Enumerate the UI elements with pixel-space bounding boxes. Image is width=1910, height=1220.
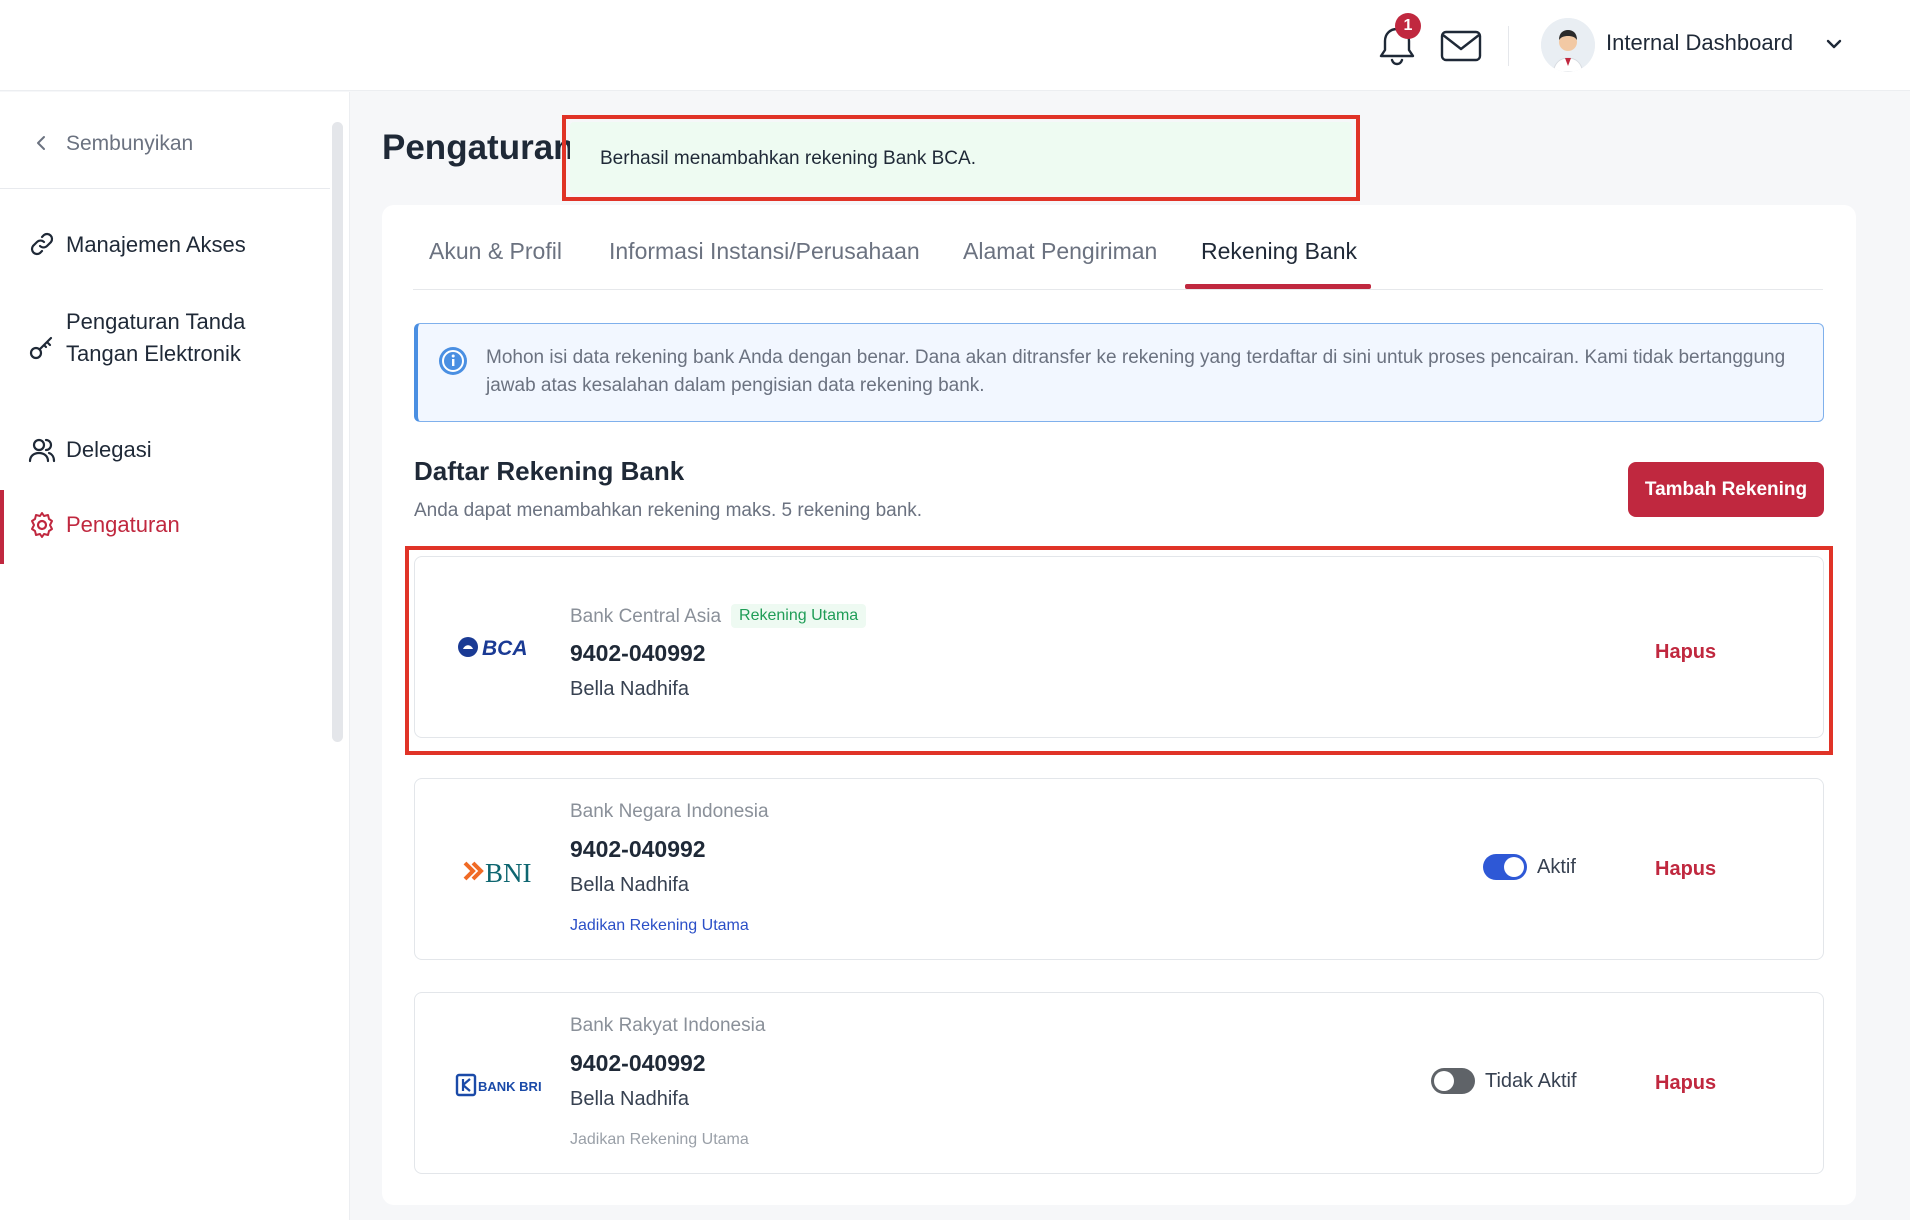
sidebar-scrollbar[interactable] bbox=[332, 122, 343, 742]
info-icon bbox=[439, 347, 467, 375]
sidebar-item-manajemen-akses[interactable]: Manajemen Akses bbox=[0, 217, 330, 277]
set-primary-link[interactable]: Jadikan Rekening Utama bbox=[570, 917, 749, 935]
bank-account-card: BNI Bank Negara Indonesia 9402-040992 Be… bbox=[414, 778, 1824, 960]
bank-name: Bank Negara Indonesia bbox=[570, 801, 769, 822]
key-icon bbox=[29, 336, 53, 360]
active-toggle[interactable] bbox=[1431, 1068, 1475, 1094]
bank-list-subtitle: Anda dapat menambahkan rekening maks. 5 … bbox=[414, 500, 923, 521]
info-banner-text: Mohon isi data rekening bank Anda dengan… bbox=[486, 347, 1786, 396]
sidebar-hide-toggle[interactable]: Sembunyikan bbox=[0, 92, 330, 189]
header-divider bbox=[1508, 26, 1509, 66]
users-icon bbox=[28, 438, 56, 463]
bri-logo-text: BANK BRI bbox=[478, 1079, 542, 1094]
success-toast: Berhasil menambahkan rekening Bank BCA. bbox=[570, 122, 1352, 194]
bri-logo: BANK BRI bbox=[455, 1065, 545, 1105]
tab-alamat-pengiriman[interactable]: Alamat Pengiriman bbox=[963, 238, 1157, 265]
tab-bar: Akun & Profil Informasi Instansi/Perusah… bbox=[413, 228, 1823, 290]
chevron-down-icon[interactable] bbox=[1824, 34, 1844, 54]
sidebar-item-label-tanda-tangan: Pengaturan Tanda Tangan Elektronik bbox=[66, 309, 246, 366]
delete-account-button[interactable]: Hapus bbox=[1655, 1072, 1716, 1095]
sidebar-item-label: Pengaturan bbox=[66, 512, 180, 537]
active-toggle[interactable] bbox=[1483, 854, 1527, 880]
info-banner: Mohon isi data rekening bank Anda dengan… bbox=[414, 323, 1824, 422]
notification-badge: 1 bbox=[1395, 13, 1421, 39]
toggle-status-label: Aktif bbox=[1537, 856, 1576, 878]
account-holder: Bella Nadhifa bbox=[570, 874, 689, 896]
sidebar-item-pengaturan[interactable]: Pengaturan bbox=[0, 497, 330, 557]
top-header: 1 Internal Dashboard bbox=[0, 0, 1910, 91]
tab-rekening-bank[interactable]: Rekening Bank bbox=[1201, 238, 1357, 265]
mail-icon[interactable] bbox=[1438, 26, 1484, 66]
user-name[interactable]: Internal Dashboard bbox=[1606, 30, 1793, 56]
link-icon bbox=[30, 232, 54, 256]
active-tab-indicator bbox=[1185, 284, 1371, 289]
highlight-frame bbox=[405, 546, 1833, 755]
toast-message: Berhasil menambahkan rekening Bank BCA. bbox=[600, 148, 976, 169]
bank-name: Bank Rakyat Indonesia bbox=[570, 1015, 766, 1036]
tab-informasi-instansi[interactable]: Informasi Instansi/Perusahaan bbox=[609, 238, 920, 265]
bank-account-card: BANK BRI Bank Rakyat Indonesia 9402-0409… bbox=[414, 992, 1824, 1174]
gear-icon bbox=[31, 512, 53, 538]
toggle-status-label: Tidak Aktif bbox=[1485, 1070, 1577, 1092]
sidebar-hide-label: Sembunyikan bbox=[66, 132, 194, 155]
account-holder: Bella Nadhifa bbox=[570, 1088, 689, 1110]
set-primary-link[interactable]: Jadikan Rekening Utama bbox=[570, 1131, 749, 1149]
avatar[interactable] bbox=[1541, 18, 1595, 72]
add-account-button[interactable]: Tambah Rekening bbox=[1628, 462, 1824, 517]
account-number: 9402-040992 bbox=[570, 1050, 706, 1076]
chevron-left-icon bbox=[37, 136, 45, 150]
bni-logo-text: BNI bbox=[485, 858, 532, 888]
bni-logo: BNI bbox=[455, 851, 545, 891]
sidebar-item-delegasi[interactable]: Delegasi bbox=[0, 422, 330, 482]
account-number: 9402-040992 bbox=[570, 836, 706, 862]
sidebar-item-label: Manajemen Akses bbox=[66, 232, 246, 257]
delete-account-button[interactable]: Hapus bbox=[1655, 858, 1716, 881]
tab-akun-profil[interactable]: Akun & Profil bbox=[429, 238, 562, 265]
sidebar-item-label: Delegasi bbox=[66, 437, 152, 462]
page-title: Pengaturan bbox=[382, 128, 575, 167]
bank-list-title: Daftar Rekening Bank bbox=[414, 456, 685, 486]
sidebar: Sembunyikan Manajemen Akses Pengaturan T… bbox=[0, 92, 350, 1220]
